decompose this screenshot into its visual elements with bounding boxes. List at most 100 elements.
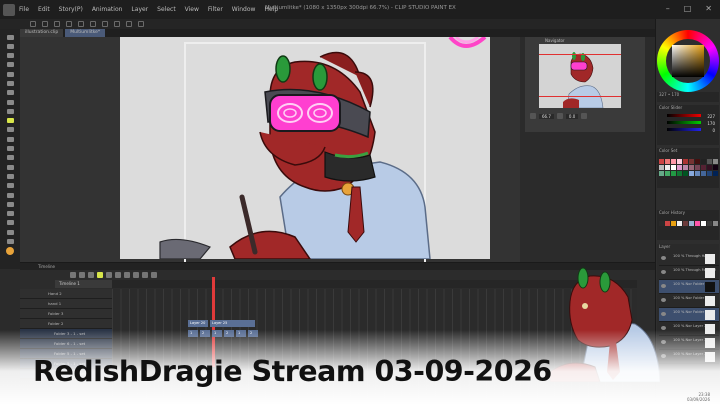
fill-icon[interactable] bbox=[5, 163, 15, 171]
menu-file[interactable]: File bbox=[19, 6, 29, 13]
eye-icon[interactable] bbox=[661, 256, 666, 260]
color-swatch[interactable] bbox=[683, 171, 688, 176]
eye-icon[interactable] bbox=[661, 284, 666, 288]
decoration-icon[interactable] bbox=[5, 135, 15, 143]
frame-border-icon[interactable] bbox=[5, 191, 15, 199]
main-color-swatch[interactable] bbox=[5, 246, 15, 255]
menu-layer[interactable]: Layer bbox=[131, 6, 148, 13]
history-swatch[interactable] bbox=[677, 221, 682, 226]
color-swatch[interactable] bbox=[677, 171, 682, 176]
color-swatch[interactable] bbox=[677, 165, 682, 170]
color-swatch[interactable] bbox=[689, 159, 694, 164]
new-file-icon[interactable] bbox=[30, 21, 36, 27]
color-swatch[interactable] bbox=[701, 159, 706, 164]
navigator-thumbnail[interactable] bbox=[539, 44, 621, 108]
invert-selection-icon[interactable] bbox=[126, 21, 132, 27]
ruler-icon[interactable] bbox=[5, 219, 15, 227]
color-swatch[interactable] bbox=[707, 171, 712, 176]
3d-icon[interactable] bbox=[5, 238, 15, 246]
menu-filter[interactable]: Filter bbox=[208, 6, 223, 13]
layer-row[interactable]: 100 % Through Hand 1 bbox=[659, 252, 719, 266]
move-layer-icon[interactable] bbox=[5, 61, 15, 69]
color-swatch[interactable] bbox=[707, 165, 712, 170]
first-frame-icon[interactable] bbox=[79, 271, 85, 278]
eye-icon[interactable] bbox=[661, 298, 666, 302]
color-swatch[interactable] bbox=[707, 159, 712, 164]
rotate-icon[interactable] bbox=[581, 113, 588, 119]
pencil-icon[interactable] bbox=[5, 107, 15, 115]
onion-skin-icon[interactable] bbox=[133, 271, 139, 278]
deselect-icon[interactable] bbox=[114, 21, 120, 27]
history-swatch[interactable] bbox=[683, 221, 688, 226]
specify-cel-icon[interactable] bbox=[151, 271, 157, 278]
timeline-track[interactable]: Folder 2 bbox=[20, 319, 112, 329]
timeline-track[interactable]: Hand 2 bbox=[20, 289, 112, 299]
color-swatch[interactable] bbox=[665, 165, 670, 170]
pen-icon[interactable] bbox=[5, 98, 15, 106]
operation-tool-icon[interactable] bbox=[5, 52, 15, 60]
canvas-paper[interactable] bbox=[120, 37, 490, 262]
color-swatch[interactable] bbox=[683, 159, 688, 164]
eyedropper-icon[interactable] bbox=[5, 89, 15, 97]
color-swatch[interactable] bbox=[701, 171, 706, 176]
layer-row[interactable]: 100 % Nor Folder 5 - 1 bbox=[659, 308, 719, 322]
color-swatch[interactable] bbox=[695, 165, 700, 170]
tab-multiumlitke[interactable]: Multiumlitke* bbox=[65, 29, 106, 37]
color-swatch[interactable] bbox=[671, 165, 676, 170]
correct-line-icon[interactable] bbox=[5, 228, 15, 236]
auto-select-icon[interactable] bbox=[5, 79, 15, 87]
new-timeline-icon[interactable] bbox=[70, 271, 76, 278]
blue-value[interactable]: 0 bbox=[712, 128, 715, 133]
transform-icon[interactable] bbox=[102, 21, 108, 27]
blue-slider[interactable] bbox=[667, 128, 701, 131]
history-swatch[interactable] bbox=[659, 221, 664, 226]
zoom-tool-icon[interactable] bbox=[5, 33, 15, 41]
eye-icon[interactable] bbox=[661, 270, 666, 274]
maximize-icon[interactable]: □ bbox=[684, 4, 692, 13]
brush-icon[interactable] bbox=[5, 117, 15, 125]
airbrush-icon[interactable] bbox=[5, 126, 15, 134]
green-value[interactable]: 170 bbox=[707, 121, 715, 126]
layer-row[interactable]: 100 % Through Folder 2 bbox=[659, 266, 719, 280]
snap-icon[interactable] bbox=[138, 21, 144, 27]
timeline-track[interactable]: Folder 3 bbox=[20, 309, 112, 319]
color-swatch[interactable] bbox=[713, 159, 718, 164]
new-cel-icon[interactable] bbox=[142, 271, 148, 278]
color-swatch[interactable] bbox=[677, 159, 682, 164]
history-swatch[interactable] bbox=[671, 221, 676, 226]
zoom-value[interactable]: 66.7 bbox=[539, 113, 554, 119]
rotate-value[interactable]: 0.0 bbox=[565, 113, 579, 119]
color-saturation-square[interactable] bbox=[672, 45, 704, 77]
canvas-area[interactable] bbox=[20, 37, 520, 262]
balloon-icon[interactable] bbox=[5, 200, 15, 208]
green-slider[interactable] bbox=[667, 121, 701, 124]
menu-select[interactable]: Select bbox=[157, 6, 176, 13]
eye-icon[interactable] bbox=[661, 312, 666, 316]
color-swatch[interactable] bbox=[695, 171, 700, 176]
redo-icon[interactable] bbox=[78, 21, 84, 27]
color-swatch[interactable] bbox=[659, 171, 664, 176]
figure-icon[interactable] bbox=[5, 182, 15, 190]
color-swatch[interactable] bbox=[683, 165, 688, 170]
history-swatch[interactable] bbox=[695, 221, 700, 226]
color-swatch[interactable] bbox=[671, 171, 676, 176]
play-icon[interactable] bbox=[97, 271, 103, 278]
menu-animation[interactable]: Animation bbox=[92, 6, 123, 13]
hand-tool-icon[interactable] bbox=[5, 42, 15, 50]
history-swatch[interactable] bbox=[701, 221, 706, 226]
history-swatch[interactable] bbox=[665, 221, 670, 226]
color-swatch[interactable] bbox=[701, 165, 706, 170]
close-icon[interactable]: ✕ bbox=[705, 4, 712, 13]
clear-icon[interactable] bbox=[90, 21, 96, 27]
loop-icon[interactable] bbox=[124, 271, 130, 278]
eraser-icon[interactable] bbox=[5, 145, 15, 153]
blend-icon[interactable] bbox=[5, 154, 15, 162]
color-wheel[interactable] bbox=[657, 30, 719, 92]
history-swatch[interactable] bbox=[707, 221, 712, 226]
color-swatch[interactable] bbox=[665, 159, 670, 164]
menu-edit[interactable]: Edit bbox=[38, 6, 50, 13]
layer-row[interactable]: 100 % Nor Folder 6 - 1 bbox=[659, 280, 719, 294]
red-value[interactable]: 227 bbox=[707, 114, 715, 119]
color-swatch[interactable] bbox=[713, 171, 718, 176]
layer-row[interactable]: 100 % Nor Folder 6 - 2 bbox=[659, 294, 719, 308]
